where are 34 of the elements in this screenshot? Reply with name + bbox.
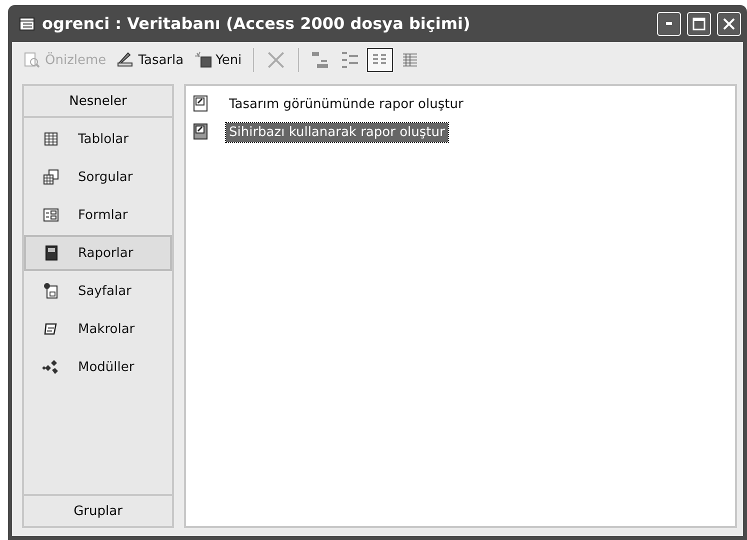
objects-header[interactable]: Nesneler bbox=[24, 86, 172, 118]
toolbar-button[interactable]: Yeni bbox=[190, 49, 245, 71]
groups-header[interactable]: Gruplar bbox=[24, 494, 172, 526]
details-view-icon bbox=[400, 51, 419, 69]
database-window-icon bbox=[18, 14, 36, 32]
minimize-icon bbox=[666, 22, 672, 25]
maximize-icon bbox=[692, 16, 706, 30]
large-icons-icon bbox=[310, 51, 329, 69]
report-shortcut-icon bbox=[192, 95, 210, 113]
close-button[interactable] bbox=[717, 12, 741, 36]
small-icons-icon bbox=[340, 51, 359, 69]
object-type-item[interactable]: Makrolar bbox=[24, 311, 172, 347]
ruler-pencil-icon bbox=[116, 51, 134, 69]
close-icon bbox=[723, 18, 735, 30]
sparkle-form-icon bbox=[194, 51, 212, 69]
maximize-button[interactable] bbox=[687, 12, 711, 36]
object-type-item[interactable]: Tablolar bbox=[24, 121, 172, 157]
page-icon bbox=[42, 282, 60, 300]
report-shortcut-icon bbox=[192, 123, 210, 141]
object-type-item[interactable]: Sorgular bbox=[24, 159, 172, 195]
object-type-item[interactable]: Raporlar bbox=[24, 235, 172, 271]
object-type-item[interactable]: Sayfalar bbox=[24, 273, 172, 309]
window-title: ogrenci : Veritabanı (Access 2000 dosya biçimi) bbox=[42, 14, 472, 33]
list-item[interactable]: Sihirbazı kullanarak rapor oluştur bbox=[226, 122, 448, 142]
stacked-tables-icon bbox=[42, 168, 60, 186]
view-button[interactable] bbox=[366, 48, 393, 72]
object-type-item[interactable]: Formlar bbox=[24, 197, 172, 233]
list-item[interactable]: Tasarım görünümünde rapor oluştur bbox=[226, 94, 466, 114]
minimize-button[interactable] bbox=[657, 12, 681, 36]
toolbar-button[interactable]: Tasarla bbox=[113, 49, 187, 71]
form-icon bbox=[42, 206, 60, 224]
document-magnifier-icon bbox=[23, 51, 41, 69]
object-type-item[interactable]: Modüller bbox=[24, 349, 172, 385]
table-icon bbox=[42, 130, 60, 148]
